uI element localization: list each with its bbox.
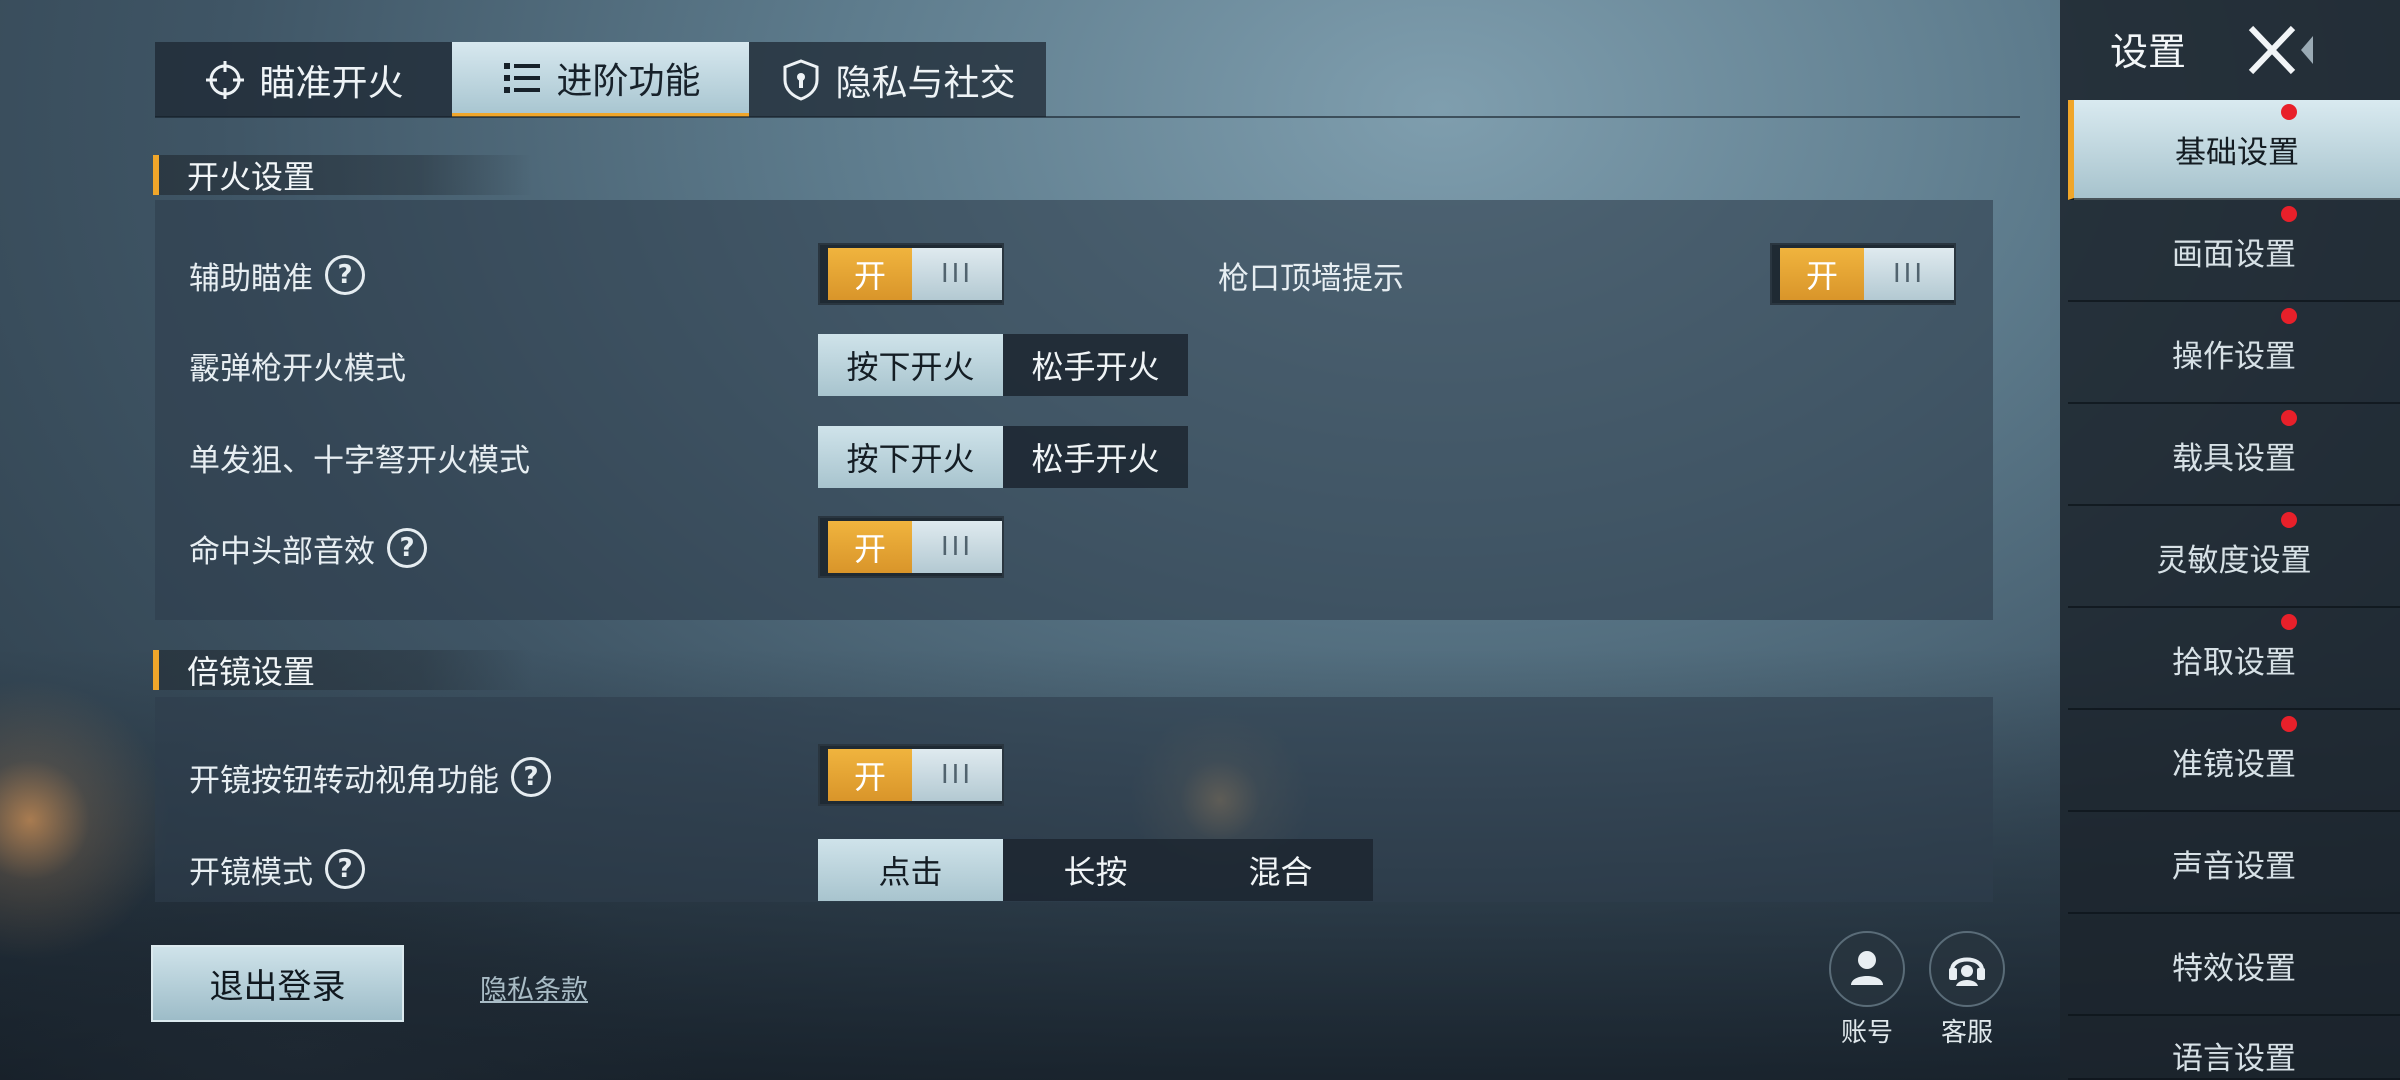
scope-tap-option[interactable]: 点击	[818, 839, 1003, 901]
top-tab-bar: 瞄准开火 进阶功能 隐私与社交	[155, 42, 1046, 117]
notification-badge	[2281, 206, 2297, 222]
help-icon[interactable]: ?	[325, 849, 365, 889]
sniper-mode-label: 单发狙、十字弩开火模式	[189, 442, 530, 479]
scope-button-view-label: 开镜按钮转动视角功能	[189, 762, 499, 799]
crosshair-icon	[203, 58, 247, 102]
headshot-sound-row: 命中头部音效 ?	[189, 518, 427, 578]
headset-icon	[1944, 944, 1990, 994]
account-label: 账号	[1840, 1018, 1893, 1048]
toggle-knob: III	[912, 248, 1002, 300]
scope-mode-row: 开镜模式 ?	[189, 839, 365, 899]
aim-assist-label: 辅助瞄准	[189, 260, 313, 297]
tab-privacy-social[interactable]: 隐私与社交	[749, 42, 1046, 117]
tab-divider	[155, 116, 2020, 118]
tab-advanced[interactable]: 进阶功能	[452, 42, 749, 117]
shield-icon	[779, 58, 823, 102]
scope-mixed-option[interactable]: 混合	[1188, 839, 1373, 901]
help-icon[interactable]: ?	[511, 757, 551, 797]
settings-title: 设置	[2110, 29, 2187, 74]
sidebar-item-pickup[interactable]: 拾取设置	[2068, 610, 2400, 710]
toggle-knob: III	[912, 749, 1002, 801]
list-icon	[500, 56, 544, 100]
sidebar-item-vehicle[interactable]: 载具设置	[2068, 406, 2400, 506]
close-icon	[2245, 25, 2315, 82]
sidebar-item-sound[interactable]: 声音设置	[2068, 814, 2400, 914]
scope-mode-label: 开镜模式	[189, 854, 313, 891]
shotgun-mode-label: 霰弹枪开火模式	[189, 350, 406, 387]
notification-badge	[2281, 410, 2297, 426]
help-icon[interactable]: ?	[387, 528, 427, 568]
user-icon	[1845, 945, 1889, 993]
sidebar-item-basic[interactable]: 基础设置	[2068, 100, 2400, 200]
account-button[interactable]	[1829, 931, 1905, 1007]
tab-label: 瞄准开火	[259, 62, 404, 104]
sniper-release-fire-option[interactable]: 松手开火	[1003, 426, 1188, 488]
headshot-sound-toggle[interactable]: 开 III	[818, 516, 1004, 578]
toggle-knob: III	[912, 521, 1002, 573]
toggle-on-label: 开	[828, 749, 913, 801]
notification-badge	[2281, 104, 2297, 120]
sidebar-item-effects[interactable]: 特效设置	[2068, 916, 2400, 1016]
fire-settings-header: 开火设置	[153, 155, 533, 196]
muzzle-wall-label: 枪口顶墙提示	[1218, 260, 1404, 297]
sniper-press-fire-option[interactable]: 按下开火	[818, 426, 1003, 488]
sidebar-item-controls[interactable]: 操作设置	[2068, 304, 2400, 404]
shotgun-release-fire-option[interactable]: 松手开火	[1003, 334, 1188, 396]
shotgun-press-fire-option[interactable]: 按下开火	[818, 334, 1003, 396]
notification-badge	[2281, 716, 2297, 732]
shotgun-mode-row: 霰弹枪开火模式	[189, 335, 406, 395]
sidebar-item-graphics[interactable]: 画面设置	[2068, 202, 2400, 302]
notification-badge	[2281, 614, 2297, 630]
privacy-terms-link[interactable]: 隐私条款	[480, 968, 588, 1007]
sidebar-item-scope[interactable]: 准镜设置	[2068, 712, 2400, 812]
tab-label: 隐私与社交	[835, 62, 1016, 104]
scope-button-view-toggle[interactable]: 开 III	[818, 744, 1004, 806]
toggle-knob: III	[1864, 248, 1954, 300]
sidebar-item-language[interactable]: 语言设置	[2068, 1018, 2400, 1080]
headshot-sound-label: 命中头部音效	[189, 533, 375, 570]
help-icon[interactable]: ?	[325, 255, 365, 295]
close-button[interactable]	[2245, 22, 2315, 78]
aim-assist-toggle[interactable]: 开 III	[818, 243, 1004, 305]
customer-service-label: 客服	[1940, 1018, 1993, 1048]
scope-hold-option[interactable]: 长按	[1003, 839, 1188, 901]
toggle-on-label: 开	[1780, 248, 1865, 300]
notification-badge	[2281, 308, 2297, 324]
fire-settings-panel	[155, 200, 1993, 620]
notification-badge	[2281, 512, 2297, 528]
toggle-on-label: 开	[828, 248, 913, 300]
shotgun-mode-selector: 按下开火 松手开火	[818, 334, 1188, 396]
aim-assist-row: 辅助瞄准 ?	[189, 245, 365, 305]
scope-settings-header: 倍镜设置	[153, 650, 533, 691]
muzzle-wall-row: 枪口顶墙提示	[1218, 245, 1404, 305]
logout-button[interactable]: 退出登录	[151, 945, 404, 1022]
customer-service-button[interactable]	[1929, 931, 2005, 1007]
sniper-mode-row: 单发狙、十字弩开火模式	[189, 427, 530, 487]
muzzle-wall-toggle[interactable]: 开 III	[1770, 243, 1956, 305]
sniper-mode-selector: 按下开火 松手开火	[818, 426, 1188, 488]
toggle-on-label: 开	[828, 521, 913, 573]
scope-button-view-row: 开镜按钮转动视角功能 ?	[189, 747, 551, 807]
tab-label: 进阶功能	[556, 60, 701, 102]
scope-mode-selector: 点击 长按 混合	[818, 839, 1373, 901]
sidebar-item-sensitivity[interactable]: 灵敏度设置	[2068, 508, 2400, 608]
tab-aim-fire[interactable]: 瞄准开火	[155, 42, 452, 117]
